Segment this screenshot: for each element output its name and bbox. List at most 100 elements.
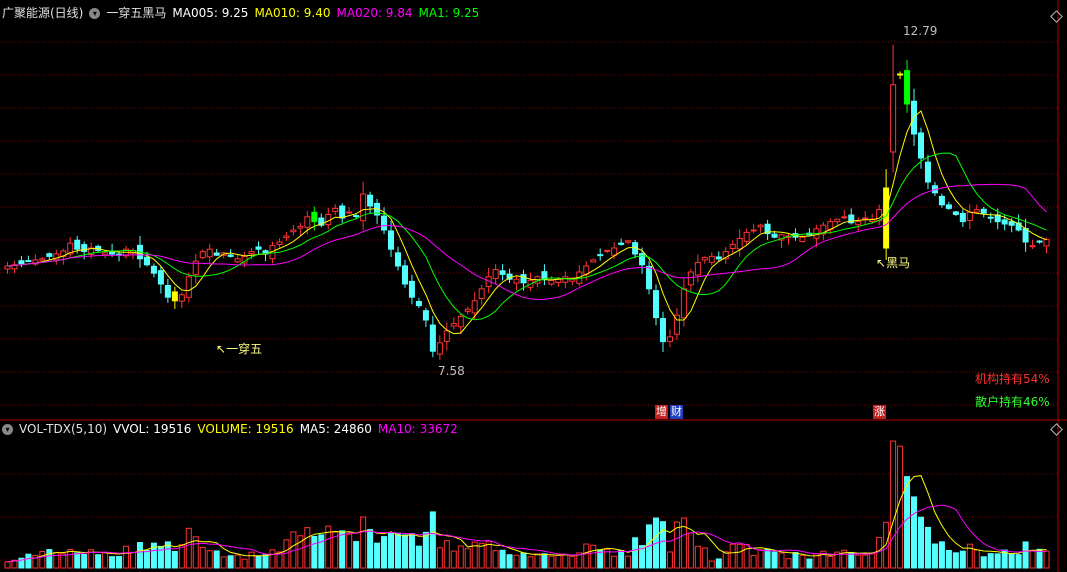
candle-body xyxy=(18,260,25,265)
volume-bar xyxy=(255,556,262,569)
candle-body xyxy=(283,235,290,239)
candle-body xyxy=(415,300,422,307)
candle-body xyxy=(478,288,485,300)
candle-body xyxy=(855,221,862,226)
candle-body xyxy=(743,231,750,242)
volume-bar xyxy=(583,543,590,569)
candle-body xyxy=(102,252,109,256)
vvol-value: VVOL: 19516 xyxy=(113,422,192,436)
badge-cai[interactable]: 财 xyxy=(670,405,683,419)
candle-body xyxy=(408,280,415,298)
candle-body xyxy=(227,254,234,257)
candle-body xyxy=(694,261,701,276)
volume-bar xyxy=(792,552,799,569)
candle-body xyxy=(771,233,778,238)
volume-bar xyxy=(611,555,618,569)
volume-bar xyxy=(394,532,402,569)
volume-bar xyxy=(499,549,506,569)
volume-bar xyxy=(53,551,60,569)
volume-bar xyxy=(827,555,834,569)
volume-bar xyxy=(722,551,729,569)
candle-body xyxy=(757,224,764,228)
low-price-label: 7.58 xyxy=(438,364,465,378)
candle-body xyxy=(701,257,708,261)
volume-bar xyxy=(436,547,443,569)
volume-bar xyxy=(304,527,311,569)
badge-zhang[interactable]: 涨 xyxy=(873,405,886,419)
volume-bar xyxy=(555,554,562,569)
kline-chart-window: 广聚能源(日线) ▾ 一穿五黑马 MA005: 9.25 MA010: 9.40… xyxy=(0,0,1067,572)
volume-bar xyxy=(185,527,192,569)
candle-body xyxy=(290,229,297,233)
candle-body xyxy=(659,318,666,343)
candle-body xyxy=(938,195,945,206)
volume-bar xyxy=(527,556,534,569)
volume-bar xyxy=(353,541,360,569)
vol-indicator-name[interactable]: VOL-TDX(5,10) xyxy=(19,419,107,439)
volume-bar xyxy=(408,533,415,569)
volume-bar xyxy=(136,542,143,569)
volume-bar xyxy=(632,537,639,569)
signal-text-yichuanwu: 一穿五 xyxy=(226,342,263,356)
volume-bar xyxy=(213,550,220,569)
volume-bar xyxy=(659,521,666,569)
candle-body xyxy=(185,276,192,298)
badge-zeng[interactable]: 增 xyxy=(655,405,668,419)
candle-body xyxy=(917,132,925,159)
volume-bar xyxy=(862,554,869,569)
volume-bar xyxy=(262,554,269,569)
volume-bar xyxy=(890,440,897,569)
candle-body xyxy=(311,211,318,223)
volume-bar xyxy=(46,549,53,569)
volume-bar xyxy=(339,530,346,569)
candle-body xyxy=(436,342,443,355)
volume-bar xyxy=(778,552,785,569)
volume-bar xyxy=(694,545,701,569)
candle-body xyxy=(450,323,457,327)
volume-bar xyxy=(911,496,918,569)
indicator-menu-icon[interactable]: ▾ xyxy=(89,7,101,19)
chart-canvas[interactable] xyxy=(0,0,1067,572)
volume-bar xyxy=(904,476,911,569)
candle-body xyxy=(890,84,897,153)
volume-bar xyxy=(743,544,750,569)
candle-body xyxy=(966,211,973,221)
volume-bar xyxy=(464,548,471,569)
volume-bar xyxy=(360,516,367,569)
candle-body xyxy=(841,216,848,219)
volume-bar xyxy=(143,549,150,569)
candle-body xyxy=(590,259,597,263)
volume-menu-icon[interactable]: ▾ xyxy=(2,423,13,435)
candle-body xyxy=(952,211,959,215)
volume-bar xyxy=(443,540,450,569)
volume-bar xyxy=(381,536,388,569)
volume-bar xyxy=(973,549,980,569)
candle-body xyxy=(339,205,346,219)
candle-body xyxy=(367,194,374,207)
candle-body xyxy=(646,265,653,290)
volume-bar xyxy=(220,556,227,569)
volume-bar xyxy=(248,551,255,569)
volume-bar xyxy=(116,556,123,569)
volume-bar xyxy=(917,516,925,569)
candle-body xyxy=(457,315,464,328)
candle-body xyxy=(297,225,304,229)
volume-bar xyxy=(74,552,81,569)
volume-bar xyxy=(618,550,625,569)
volume-bar xyxy=(199,546,206,569)
candle-body xyxy=(492,269,499,280)
candle-body xyxy=(562,276,569,283)
volume-bar xyxy=(980,556,987,569)
volume-bar xyxy=(67,548,74,569)
indicator-name[interactable]: 一穿五黑马 xyxy=(106,3,166,23)
candle-body xyxy=(548,279,555,285)
retail-hold-text: 散户持有46% xyxy=(975,395,1050,409)
volume-bar xyxy=(729,543,736,569)
candle-body xyxy=(513,278,520,284)
volume-bar xyxy=(318,534,325,569)
candle-body xyxy=(178,294,185,302)
candle-body xyxy=(213,252,220,256)
candle-body xyxy=(346,211,353,214)
volume-bar xyxy=(1043,550,1050,569)
volume-bar xyxy=(562,553,569,569)
